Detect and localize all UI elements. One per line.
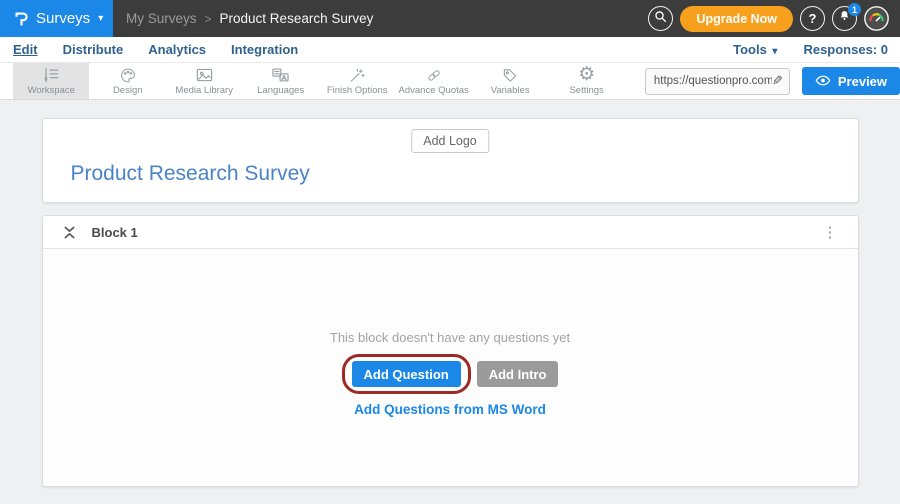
toolbar-item-media-library[interactable]: Media Library: [166, 63, 242, 99]
responses-count: Responses: 0: [803, 42, 888, 57]
survey-editor-canvas: Add Logo Product Research Survey Block 1…: [0, 100, 900, 487]
eye-icon: [815, 74, 831, 89]
app-menu-label: Surveys: [36, 10, 90, 27]
notifications-button[interactable]: 1: [832, 6, 857, 31]
breadcrumb: My Surveys > Product Research Survey: [126, 11, 373, 26]
tools-label: Tools: [733, 42, 767, 57]
survey-url-field[interactable]: ✎: [645, 68, 790, 95]
app-menu[interactable]: Surveys ▾: [0, 0, 113, 37]
notification-badge: 1: [848, 3, 861, 16]
media-library-icon: [195, 66, 214, 84]
add-logo-button[interactable]: Add Logo: [411, 129, 489, 153]
toolbar-item-advance-quotas[interactable]: Advance Quotas: [395, 63, 471, 99]
languages-icon: [271, 66, 290, 84]
finish-options-icon: [348, 66, 366, 84]
topbar-actions: Upgrade Now ? 1: [648, 0, 889, 37]
survey-url-group: ✎ Preview: [645, 63, 900, 99]
breadcrumb-my-surveys[interactable]: My Surveys: [126, 11, 197, 26]
tab-integration[interactable]: Integration: [230, 40, 299, 59]
add-question-button[interactable]: Add Question: [352, 361, 461, 387]
toolbar-label: Finish Options: [327, 85, 388, 96]
block-title[interactable]: Block 1: [92, 225, 138, 240]
block-empty-state: This block doesn't have any questions ye…: [43, 249, 858, 419]
block-actions-row: Add Question Add Intro: [43, 354, 858, 394]
edit-url-pencil-icon[interactable]: ✎: [772, 73, 783, 89]
help-button[interactable]: ?: [800, 6, 825, 31]
preview-label: Preview: [838, 74, 887, 89]
block-header: Block 1 ⋮: [43, 216, 858, 249]
breadcrumb-current-survey: Product Research Survey: [220, 11, 374, 26]
toolbar-item-workspace[interactable]: Workspace: [13, 63, 89, 99]
add-questions-from-ms-word-link[interactable]: Add Questions from MS Word: [354, 402, 546, 417]
edit-toolbar: Workspace Design Media Library Languages…: [0, 62, 900, 100]
upgrade-now-button[interactable]: Upgrade Now: [680, 6, 793, 32]
tab-distribute[interactable]: Distribute: [62, 40, 125, 59]
workspace-icon: [41, 66, 61, 84]
breadcrumb-separator: >: [205, 12, 212, 26]
survey-nav: Edit Distribute Analytics Integration To…: [0, 37, 900, 62]
design-icon: [119, 66, 137, 84]
toolbar-label: Settings: [569, 85, 603, 96]
settings-gear-icon: ⚙: [578, 66, 595, 84]
advance-quotas-icon: [425, 66, 443, 84]
survey-title-card: Add Logo Product Research Survey: [42, 118, 859, 203]
toolbar-label: Languages: [257, 85, 304, 96]
questionpro-logo-icon: [13, 8, 30, 29]
toolbar-item-languages[interactable]: Languages: [242, 63, 318, 99]
block-card: Block 1 ⋮ This block doesn't have any qu…: [42, 215, 859, 487]
empty-block-message: This block doesn't have any questions ye…: [43, 330, 858, 345]
tab-edit[interactable]: Edit: [12, 40, 39, 59]
toolbar-label: Variables: [491, 85, 530, 96]
toolbar-label: Advance Quotas: [399, 85, 469, 96]
search-icon: [654, 10, 667, 28]
add-intro-button[interactable]: Add Intro: [477, 361, 559, 387]
block-menu-kebab-icon[interactable]: ⋮: [819, 223, 842, 241]
variables-icon: [501, 66, 519, 84]
tools-menu[interactable]: Tools ▾: [733, 42, 777, 57]
help-icon: ?: [809, 11, 817, 26]
collapse-block-icon[interactable]: [64, 226, 75, 239]
toolbar-label: Workspace: [28, 85, 75, 96]
search-button[interactable]: [648, 6, 673, 31]
gauge-avatar-icon: [864, 6, 889, 31]
preview-button[interactable]: Preview: [802, 67, 900, 95]
caret-down-icon: ▾: [98, 13, 103, 24]
toolbar-item-variables[interactable]: Variables: [472, 63, 548, 99]
red-highlight-annotation: Add Question: [342, 354, 471, 394]
avatar[interactable]: [864, 6, 889, 31]
survey-url-input[interactable]: [654, 75, 772, 87]
toolbar-item-design[interactable]: Design: [89, 63, 165, 99]
nav-right: Tools ▾ Responses: 0: [733, 42, 888, 57]
toolbar-label: Design: [113, 85, 143, 96]
top-bar: Surveys ▾ My Surveys > Product Research …: [0, 0, 900, 37]
tab-analytics[interactable]: Analytics: [147, 40, 207, 59]
caret-down-icon: ▾: [772, 46, 777, 57]
toolbar-item-settings[interactable]: ⚙ Settings: [548, 63, 624, 99]
toolbar-item-finish-options[interactable]: Finish Options: [319, 63, 395, 99]
survey-title[interactable]: Product Research Survey: [71, 162, 310, 186]
toolbar-label: Media Library: [175, 85, 233, 96]
